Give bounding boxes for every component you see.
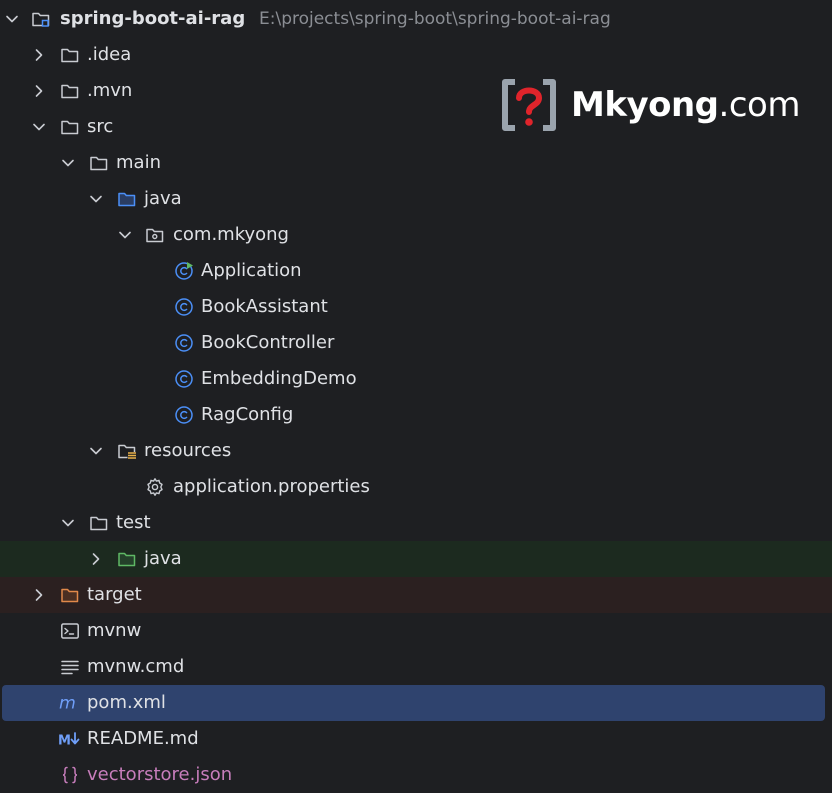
tree-row-book-controller[interactable]: BookController — [0, 325, 832, 361]
folder-label-resources: resources — [144, 440, 232, 461]
source-folder-icon — [118, 192, 136, 207]
file-label-app-properties: application.properties — [173, 476, 370, 497]
tree-row-pom[interactable]: m pom.xml — [2, 685, 825, 721]
runnable-class-icon — [175, 262, 193, 280]
chevron-down-icon[interactable] — [88, 191, 104, 207]
svg-text:M: M — [58, 734, 71, 749]
tree-row-rag-config[interactable]: RagConfig — [0, 397, 832, 433]
folder-icon — [90, 516, 108, 531]
project-path: E:\projects\spring-boot\spring-boot-ai-r… — [259, 9, 611, 29]
file-label-embedding-demo: EmbeddingDemo — [201, 368, 357, 389]
tree-row-readme[interactable]: M README.md — [0, 721, 832, 757]
chevron-down-icon[interactable] — [4, 11, 20, 27]
file-label-vectorstore: vectorstore.json — [87, 764, 233, 785]
excluded-folder-icon — [61, 588, 79, 603]
logo-suffix: .com — [718, 85, 801, 125]
chevron-down-icon[interactable] — [31, 119, 47, 135]
tree-row-resources[interactable]: resources — [0, 433, 832, 469]
chevron-down-icon[interactable] — [60, 515, 76, 531]
tree-row-idea[interactable]: .idea — [0, 37, 832, 73]
tree-row-app-properties[interactable]: application.properties — [0, 469, 832, 505]
mkyong-logo: Mkyong.com — [497, 78, 800, 132]
question-brackets-icon — [502, 79, 556, 131]
svg-text:m: m — [59, 693, 76, 713]
folder-label-src: src — [87, 116, 114, 137]
folder-icon — [61, 120, 79, 135]
file-label-mvnw-cmd: mvnw.cmd — [87, 656, 185, 677]
chevron-right-icon[interactable] — [31, 83, 47, 99]
tree-row-vectorstore[interactable]: vectorstore.json — [0, 757, 832, 793]
tree-row-main[interactable]: main — [0, 145, 832, 181]
tree-row-project-root[interactable]: spring-boot-ai-rag E:\projects\spring-bo… — [0, 1, 832, 37]
resources-folder-icon — [118, 444, 136, 459]
folder-icon — [61, 48, 79, 63]
module-folder-icon — [32, 12, 50, 27]
tree-row-package[interactable]: com.mkyong — [0, 217, 832, 253]
java-class-icon — [175, 334, 193, 352]
tree-row-target[interactable]: target — [0, 577, 832, 613]
json-braces-icon — [62, 766, 78, 784]
tree-row-test-java[interactable]: java — [0, 541, 832, 577]
chevron-right-icon[interactable] — [88, 551, 104, 567]
file-label-book-assistant: BookAssistant — [201, 296, 328, 317]
gear-icon — [147, 478, 163, 496]
chevron-right-icon[interactable] — [31, 587, 47, 603]
chevron-down-icon[interactable] — [60, 155, 76, 171]
project-name: spring-boot-ai-rag — [60, 8, 246, 29]
markdown-icon: M — [58, 732, 80, 749]
project-tree: spring-boot-ai-rag E:\projects\spring-bo… — [0, 0, 832, 793]
java-class-icon — [175, 370, 193, 388]
folder-label-target: target — [87, 584, 142, 605]
file-label-rag-config: RagConfig — [201, 404, 294, 425]
folder-label-idea: .idea — [87, 44, 132, 65]
file-label-book-controller: BookController — [201, 332, 335, 353]
tree-row-embedding-demo[interactable]: EmbeddingDemo — [0, 361, 832, 397]
file-label-mvnw: mvnw — [87, 620, 142, 641]
file-label-readme: README.md — [87, 728, 199, 749]
tree-row-mvnw[interactable]: mvnw — [0, 613, 832, 649]
folder-icon — [90, 156, 108, 171]
chevron-down-icon[interactable] — [88, 443, 104, 459]
folder-label-test: test — [116, 512, 151, 533]
maven-icon: m — [59, 693, 76, 713]
logo-text: Mkyong.com — [571, 78, 800, 132]
java-class-icon — [175, 298, 193, 316]
package-label: com.mkyong — [173, 224, 289, 245]
tree-row-book-assistant[interactable]: BookAssistant — [0, 289, 832, 325]
file-label-application: Application — [201, 260, 302, 281]
java-class-icon — [175, 406, 193, 424]
folder-label-mvn: .mvn — [87, 80, 133, 101]
chevron-down-icon[interactable] — [117, 227, 133, 243]
terminal-icon — [61, 623, 79, 639]
chevron-right-icon[interactable] — [31, 47, 47, 63]
folder-label-main: main — [116, 152, 161, 173]
folder-icon — [61, 84, 79, 99]
folder-label-test-java: java — [144, 548, 182, 569]
test-source-folder-icon — [118, 552, 136, 567]
file-label-pom: pom.xml — [87, 692, 166, 713]
package-icon — [146, 228, 164, 243]
tree-row-application[interactable]: Application — [0, 253, 832, 289]
folder-label-java: java — [144, 188, 182, 209]
logo-name: Mkyong — [571, 85, 719, 125]
text-file-icon — [61, 660, 79, 675]
tree-row-java[interactable]: java — [0, 181, 832, 217]
tree-row-test[interactable]: test — [0, 505, 832, 541]
tree-row-mvnw-cmd[interactable]: mvnw.cmd — [0, 649, 832, 685]
